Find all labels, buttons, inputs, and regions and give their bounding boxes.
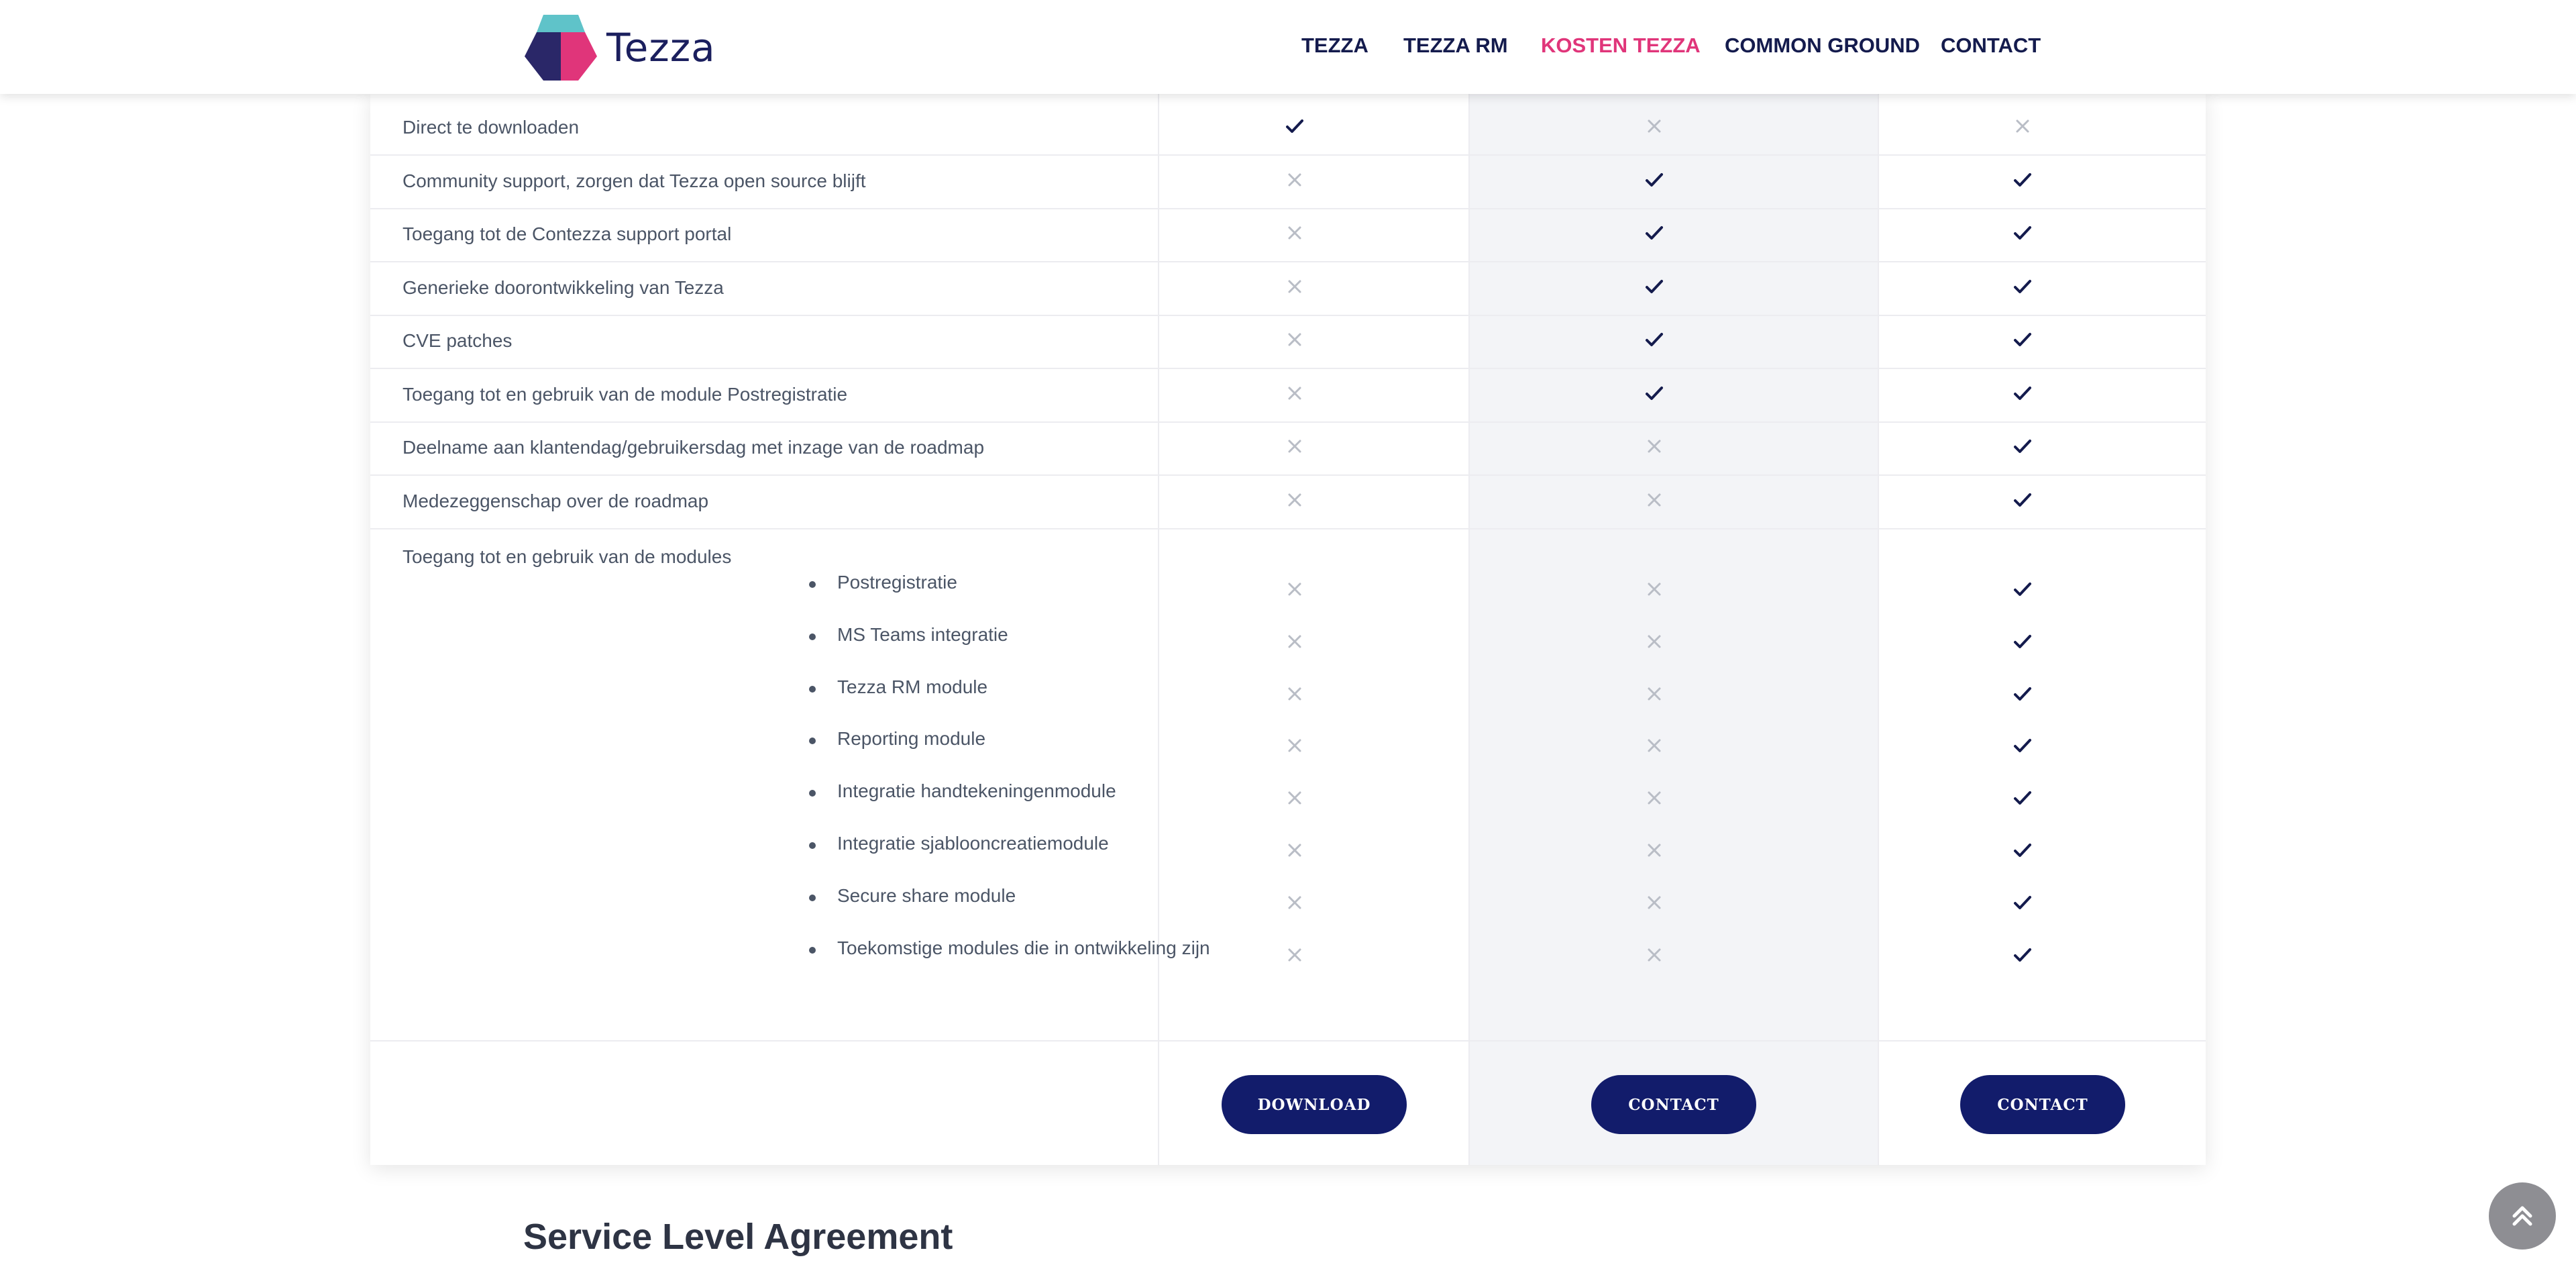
table-row: Toegang tot en gebruik van de module Pos… [370,369,2206,423]
cross-icon [1281,628,1308,655]
cross-icon [1281,433,1308,460]
module-label: Tezza RM module [837,676,988,697]
bullet [809,581,816,588]
check-icon [1641,326,1668,353]
cross-icon [1281,680,1308,707]
cross-icon [1641,628,1668,655]
table-row: Toegang tot de Contezza support portal [370,209,2206,262]
action-row: DOWNLOAD CONTACT CONTACT [370,1041,2206,1165]
check-icon [1641,273,1668,300]
chevron-double-up-icon [2512,1206,2532,1226]
cross-icon [1281,889,1308,916]
cross-icon [1641,942,1668,968]
check-icon [1641,166,1668,193]
table-row: Generieke doorontwikkeling van Tezza [370,262,2206,316]
cross-icon [1641,576,1668,603]
module-label: Integratie handtekeningenmodule [837,780,1116,801]
feature-label: Generieke doorontwikkeling van Tezza [402,277,724,298]
cross-icon [1281,837,1308,864]
cross-icon [1641,784,1668,811]
bullet [809,842,816,849]
module-label: Secure share module [837,885,1016,906]
feature-label: CVE patches [402,330,513,351]
check-icon [2009,380,2036,407]
cross-icon [1281,219,1308,246]
feature-label: Direct te downloaden [402,117,580,138]
nav-contact[interactable]: CONTACT [1941,34,2041,58]
section-title: Service Level Agreement [523,1217,953,1257]
download-button[interactable]: DOWNLOAD [1222,1075,1407,1134]
table-row: Community support, zorgen dat Tezza open… [370,156,2206,209]
cross-icon [1641,113,1668,140]
pricing-comparison-table: Direct te downloaden Community support, z… [370,94,2206,1165]
check-icon [2009,326,2036,353]
check-icon [2009,166,2036,193]
check-icon [1641,380,1668,407]
module-label: Postregistratie [837,572,957,593]
module-label: Reporting module [837,728,986,749]
table-row: Direct te downloaden [370,102,2206,156]
module-label: Toekomstige modules die in ontwikkeling … [837,937,1210,958]
cross-icon [1281,273,1308,300]
check-icon [1281,113,1308,140]
nav-tezza-rm[interactable]: TEZZA RM [1403,34,1508,58]
cross-icon [1281,732,1308,759]
feature-label: Medezeggenschap over de roadmap [402,491,709,511]
module-label: Integratie sjablooncreatiemodule [837,833,1109,854]
cross-icon [1641,680,1668,707]
module-label: MS Teams integratie [837,624,1008,645]
bullet [809,738,816,744]
feature-label: Deelname aan klantendag/gebruikersdag me… [402,437,985,458]
cross-icon [1281,942,1308,968]
cross-icon [1641,732,1668,759]
contact-button[interactable]: CONTACT [1591,1075,1756,1134]
check-icon [2009,732,2036,759]
check-icon [2009,784,2036,811]
table-row: Medezeggenschap over de roadmap [370,476,2206,529]
check-icon [2009,680,2036,707]
check-icon [2009,889,2036,916]
check-icon [1641,219,1668,246]
cross-icon [1641,487,1668,513]
cross-icon [1281,487,1308,513]
check-icon [2009,576,2036,603]
feature-label: Toegang tot en gebruik van de module Pos… [402,384,848,405]
cross-icon [1641,837,1668,864]
bullet [809,633,816,640]
contact-button[interactable]: CONTACT [1960,1075,2125,1134]
cross-icon [1281,380,1308,407]
feature-label: Toegang tot de Contezza support portal [402,223,732,244]
check-icon [2009,433,2036,460]
check-icon [2009,487,2036,513]
cross-icon [1641,433,1668,460]
nav-tezza[interactable]: TEZZA [1301,34,1368,58]
nav-kosten-tezza[interactable]: KOSTEN TEZZA [1541,34,1701,58]
modules-row: Toegang tot en gebruik van de modules Po… [370,530,2206,1041]
cross-icon [1281,784,1308,811]
main-nav: TEZZA TEZZA RM KOSTEN TEZZA COMMON GROUN… [0,34,2576,60]
check-icon [2009,628,2036,655]
table-row: Deelname aan klantendag/gebruikersdag me… [370,422,2206,476]
bullet [809,895,816,901]
check-icon [2009,273,2036,300]
cross-icon [1641,889,1668,916]
site-header: Tezza TEZZA TEZZA RM KOSTEN TEZZA COMMON… [0,0,2576,94]
nav-common-ground[interactable]: COMMON GROUND [1725,34,1920,58]
cross-icon [1281,166,1308,193]
cross-icon [2009,113,2036,140]
bullet [809,947,816,954]
bullet [809,686,816,693]
check-icon [2009,942,2036,968]
check-icon [2009,837,2036,864]
table-row: CVE patches [370,315,2206,369]
check-icon [2009,219,2036,246]
feature-label: Community support, zorgen dat Tezza open… [402,170,866,191]
scroll-to-top-button[interactable] [2489,1182,2556,1250]
bullet [809,790,816,797]
cross-icon [1281,326,1308,353]
modules-heading: Toegang tot en gebruik van de modules [402,546,732,567]
cross-icon [1281,576,1308,603]
